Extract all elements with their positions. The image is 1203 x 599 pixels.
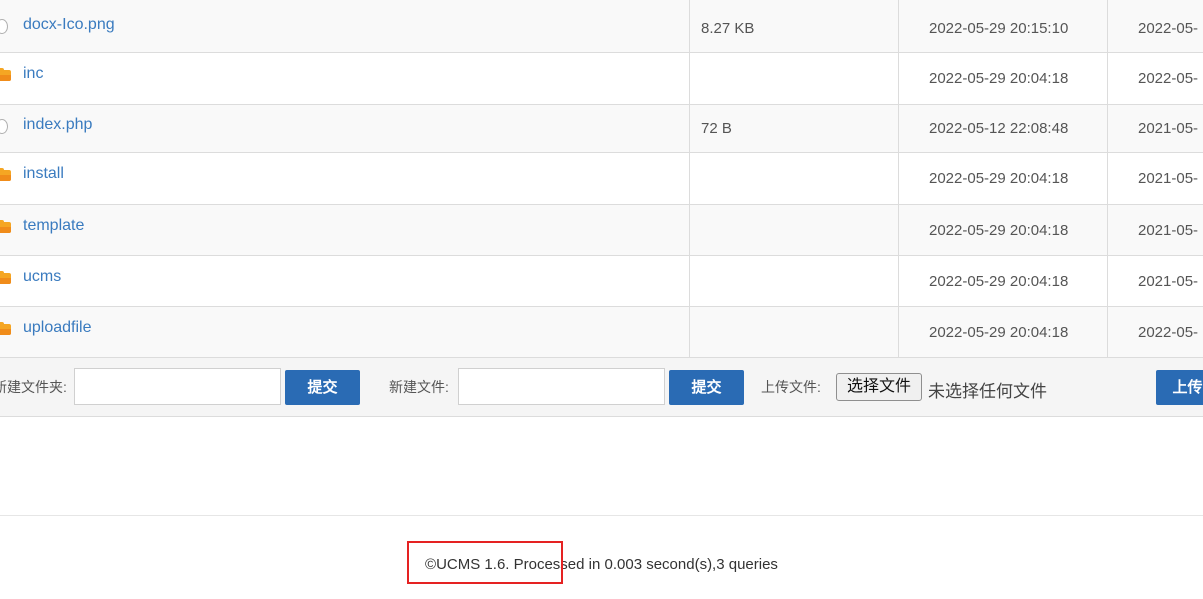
created-time: 2022-05- (1138, 20, 1199, 37)
file-icon (0, 19, 8, 34)
new-file-submit-button[interactable]: 提交 (669, 370, 744, 405)
size-cell (689, 307, 898, 357)
table-row: inc 2022-05-29 20:04:18 2022-05- (0, 53, 1203, 105)
footer-copyright: ©UCMS 1.6. Processed in 0.003 second(s),… (425, 556, 778, 573)
folder-icon (0, 220, 11, 233)
modified-time: 2022-05-12 22:08:48 (929, 120, 1069, 137)
size-cell (689, 53, 898, 104)
created-time: 2021-05- (1138, 170, 1199, 187)
table-row: uploadfile 2022-05-29 20:04:18 2022-05- (0, 307, 1203, 358)
name-cell: uploadfile (0, 307, 689, 357)
created-cell: 2021-05- (1107, 153, 1203, 204)
folder-link[interactable]: ucms (23, 268, 61, 286)
file-link[interactable]: docx-Ico.png (23, 16, 115, 34)
table-row: ucms 2022-05-29 20:04:18 2021-05- (0, 256, 1203, 307)
table-row: docx-Ico.png 8.27 KB 2022-05-29 20:15:10… (0, 0, 1203, 53)
name-cell: ucms (0, 256, 689, 306)
table-row: index.php 72 B 2022-05-12 22:08:48 2021-… (0, 105, 1203, 153)
folder-link[interactable]: install (23, 165, 64, 183)
file-manager-page: docx-Ico.png 8.27 KB 2022-05-29 20:15:10… (0, 0, 1203, 599)
file-icon (0, 119, 8, 134)
modified-cell: 2022-05-29 20:15:10 (898, 0, 1107, 52)
file-link[interactable]: index.php (23, 116, 92, 134)
folder-icon (0, 68, 11, 81)
new-folder-input[interactable] (74, 368, 281, 405)
new-file-input[interactable] (458, 368, 665, 405)
modified-cell: 2022-05-29 20:04:18 (898, 256, 1107, 306)
new-file-label: 新建文件: (389, 379, 449, 395)
upload-submit-button[interactable]: 上传 (1156, 370, 1203, 405)
folder-link[interactable]: inc (23, 65, 43, 83)
size-cell (689, 256, 898, 306)
modified-cell: 2022-05-29 20:04:18 (898, 153, 1107, 204)
annotation-highlight-box (407, 541, 563, 584)
modified-time: 2022-05-29 20:04:18 (929, 170, 1069, 187)
new-folder-label: 新建文件夹: (0, 379, 67, 395)
modified-time: 2022-05-29 20:04:18 (929, 324, 1069, 341)
name-cell: docx-Ico.png (0, 0, 689, 52)
size-cell: 8.27 KB (689, 0, 898, 52)
size-cell: 72 B (689, 105, 898, 152)
created-cell: 2022-05- (1107, 53, 1203, 104)
modified-cell: 2022-05-29 20:04:18 (898, 53, 1107, 104)
modified-cell: 2022-05-12 22:08:48 (898, 105, 1107, 152)
created-time: 2021-05- (1138, 222, 1199, 239)
choose-file-button[interactable]: 选择文件 (836, 373, 922, 401)
file-size: 72 B (701, 120, 732, 137)
created-time: 2022-05- (1138, 70, 1199, 87)
created-cell: 2022-05- (1107, 307, 1203, 357)
file-size: 8.27 KB (701, 20, 755, 37)
created-cell: 2021-05- (1107, 205, 1203, 255)
folder-icon (0, 271, 11, 284)
created-time: 2021-05- (1138, 120, 1199, 137)
table-row: template 2022-05-29 20:04:18 2021-05- (0, 205, 1203, 256)
size-cell (689, 153, 898, 204)
name-cell: template (0, 205, 689, 255)
modified-time: 2022-05-29 20:04:18 (929, 273, 1069, 290)
no-file-chosen-text: 未选择任何文件 (928, 382, 1047, 401)
footer-divider (0, 515, 1203, 516)
folder-link[interactable]: template (23, 217, 84, 235)
name-cell: install (0, 153, 689, 204)
modified-time: 2022-05-29 20:04:18 (929, 70, 1069, 87)
folder-link[interactable]: uploadfile (23, 319, 92, 337)
modified-cell: 2022-05-29 20:04:18 (898, 307, 1107, 357)
modified-time: 2022-05-29 20:15:10 (929, 20, 1069, 37)
action-bar: 新建文件夹: 提交 新建文件: 提交 上传文件: 选择文件 未选择任何文件 上传 (0, 358, 1203, 417)
modified-cell: 2022-05-29 20:04:18 (898, 205, 1107, 255)
created-time: 2022-05- (1138, 324, 1199, 341)
folder-icon (0, 322, 11, 335)
created-cell: 2021-05- (1107, 256, 1203, 306)
created-cell: 2021-05- (1107, 105, 1203, 152)
upload-label: 上传文件: (761, 379, 821, 395)
name-cell: index.php (0, 105, 689, 152)
created-time: 2021-05- (1138, 273, 1199, 290)
name-cell: inc (0, 53, 689, 104)
created-cell: 2022-05- (1107, 0, 1203, 52)
size-cell (689, 205, 898, 255)
folder-icon (0, 168, 11, 181)
modified-time: 2022-05-29 20:04:18 (929, 222, 1069, 239)
new-folder-submit-button[interactable]: 提交 (285, 370, 360, 405)
table-row: install 2022-05-29 20:04:18 2021-05- (0, 153, 1203, 205)
